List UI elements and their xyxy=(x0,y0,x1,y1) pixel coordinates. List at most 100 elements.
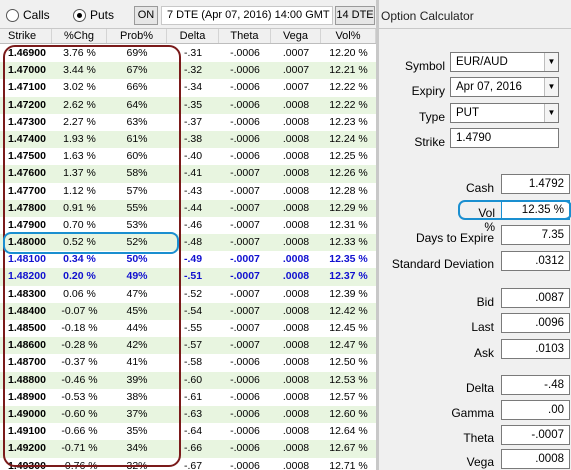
type-value: PUT xyxy=(456,107,479,119)
table-row[interactable]: 1.48800 -0.46 % 39% -.60 -.0006 .0008 12.53 % xyxy=(0,371,376,389)
cell-prob: 50% xyxy=(126,253,148,266)
cell-chg: -0.53 % xyxy=(61,390,98,403)
vol-input[interactable]: 12.35 % xyxy=(501,200,570,220)
cell-vol: 12.25 % xyxy=(329,150,368,163)
chain-body: 1.46900 3.76 % 69% -.31 -.0006.0007 12.20 % 1.… xyxy=(0,45,376,470)
cell-vol: 12.33 % xyxy=(329,236,368,249)
on-button[interactable]: ON xyxy=(134,6,158,25)
bid-input[interactable]: .0087 xyxy=(501,288,570,308)
cell-vega: .0008 xyxy=(282,373,310,386)
table-row[interactable]: 1.47200 2.62 % 64% -.35 -.0006 .0008 12.22 % xyxy=(0,96,376,114)
cell-delta: -.32 xyxy=(183,64,203,77)
cell-prob: 35% xyxy=(126,425,148,438)
cell-theta: -.0007 xyxy=(230,201,260,214)
cell-strike: 1.48000 xyxy=(8,236,46,249)
table-row[interactable]: 1.49000 -0.60 % 37% -.63 -.0006 .0008 12.60 % xyxy=(0,405,376,424)
cell-vega: .0008 xyxy=(282,150,310,163)
cell-strike: 1.48100 xyxy=(8,253,46,266)
cell-delta: -.43 xyxy=(183,184,203,197)
table-row[interactable]: 1.47600 1.37 % 58% -.41 -.0007 .0008 12.26 % xyxy=(0,165,376,183)
table-row[interactable]: 1.48900 -0.53 % 38% -.61 -.0006 .0008 12.57 % xyxy=(0,389,376,406)
table-row[interactable]: 1.49100 -0.66 % 35% -.64 -.0006 .0008 12.64 % xyxy=(0,423,376,440)
theta-label: Theta xyxy=(463,431,494,445)
cell-vol: 12.57 % xyxy=(329,390,368,403)
next-expiry-button[interactable]: 14 DTE xyxy=(335,6,375,25)
cell-vega: .0008 xyxy=(282,339,310,352)
cell-theta: -.0006 xyxy=(230,132,260,145)
table-row[interactable]: 1.48300 0.06 % 47% -.52 -.0007 .0008 12.39 % xyxy=(0,286,376,303)
cell-chg: -0.46 % xyxy=(61,373,98,386)
symbol-select[interactable]: EUR/AUD ▼ xyxy=(450,52,559,72)
cell-strike: 1.48500 xyxy=(8,322,46,334)
table-row[interactable]: 1.48600 -0.28 % 42% -.57 -.0007 .0008 12.47 % xyxy=(0,337,376,355)
cell-delta: -.41 xyxy=(183,167,203,180)
cell-delta: -.35 xyxy=(183,98,203,111)
cell-theta: -.0007 xyxy=(230,270,260,283)
cash-input[interactable]: 1.4792 xyxy=(501,174,570,194)
table-row[interactable]: 1.47000 3.44 % 67% -.32 -.0006 .0007 12.21 % xyxy=(0,62,376,80)
ask-input[interactable]: .0103 xyxy=(501,339,570,359)
cell-theta: -.0007 xyxy=(230,167,260,180)
table-row[interactable]: 1.47100 3.02 % 66% -.34 -.0006 .0007 12.22 % xyxy=(0,79,376,96)
cell-vega: .0008 xyxy=(282,98,310,111)
cell-chg: 3.76 % xyxy=(63,47,96,59)
cell-prob: 63% xyxy=(126,115,148,128)
column-header-theta[interactable]: Theta xyxy=(219,29,271,43)
vega-input[interactable]: .0008 xyxy=(501,449,570,469)
table-row[interactable]: 1.47500 1.63 % 60% -.40 -.0006 .0008 12.25 % xyxy=(0,148,376,165)
cell-vega: .0007 xyxy=(282,64,310,77)
expiry-select[interactable]: Apr 07, 2016 ▼ xyxy=(450,77,559,97)
table-row[interactable]: 1.47300 2.27 % 63% -.37 -.0006 .0008 12.23 % xyxy=(0,114,376,131)
table-row[interactable]: 1.48000 0.52 % 52% -.48 -.0007 .0008 12.33 % xyxy=(0,234,376,252)
table-row[interactable]: 1.48400 -0.07 % 45% -.54 -.0007 .0008 12.42 % xyxy=(0,302,376,320)
delta-input[interactable]: -.48 xyxy=(501,375,570,395)
table-row[interactable]: 1.47900 0.70 % 53% -.46 -.0007 .0008 12.31 % xyxy=(0,217,376,234)
column-header-chg[interactable]: %Chg xyxy=(52,29,107,43)
chevron-down-icon: ▼ xyxy=(544,104,558,122)
table-row[interactable]: 1.47400 1.93 % 61% -.38 -.0006 .0008 12.24 % xyxy=(0,130,376,149)
cell-vol: 12.50 % xyxy=(329,356,368,369)
cell-delta: -.37 xyxy=(183,115,203,128)
table-row[interactable]: 1.48100 0.34 % 50% -.49 -.0007 .0008 12.35 % xyxy=(0,251,376,268)
table-row[interactable]: 1.47700 1.12 % 57% -.43 -.0007 .0008 12.28 % xyxy=(0,183,376,200)
radio-selected-icon xyxy=(73,8,86,22)
cell-chg: 0.91 % xyxy=(63,201,96,214)
last-input[interactable]: .0096 xyxy=(501,313,570,333)
cell-strike: 1.48700 xyxy=(8,356,46,369)
cell-strike: 1.48400 xyxy=(8,304,46,317)
strike-input[interactable]: 1.4790 xyxy=(450,128,559,148)
puts-radio[interactable]: Puts xyxy=(73,8,114,22)
column-header-delta[interactable]: Delta xyxy=(167,29,219,43)
table-row[interactable]: 1.49200 -0.71 % 34% -.66 -.0006 .0008 12.67 % xyxy=(0,440,376,458)
column-header-vega[interactable]: Vega xyxy=(271,29,321,43)
cell-chg: -0.37 % xyxy=(61,356,98,369)
column-header-vol[interactable]: Vol% xyxy=(321,29,376,43)
cell-vol: 12.22 % xyxy=(329,98,368,111)
calls-radio[interactable]: Calls xyxy=(6,8,50,22)
cell-delta: -.34 xyxy=(183,81,203,94)
table-row[interactable]: 1.46900 3.76 % 69% -.31 -.0006 .0007 12.20 % xyxy=(0,45,376,62)
gamma-input[interactable]: .00 xyxy=(501,400,570,420)
column-header-prob[interactable]: Prob% xyxy=(107,29,167,43)
cell-prob: 61% xyxy=(126,132,148,145)
cell-prob: 52% xyxy=(126,236,148,249)
chain-header: Strike %Chg Prob% Delta Theta Vega Vol% xyxy=(0,29,376,44)
theta-input[interactable]: -.0007 xyxy=(501,425,570,445)
cell-prob: 34% xyxy=(126,442,148,455)
cell-delta: -.51 xyxy=(183,270,203,283)
table-row[interactable]: 1.49300 -0.76 % 32% -.67 -.0006 .0008 12.71 % xyxy=(0,458,376,470)
cell-theta: -.0006 xyxy=(230,47,260,59)
stddev-input[interactable]: .0312 xyxy=(501,251,570,271)
table-row[interactable]: 1.48700 -0.37 % 41% -.58 -.0006 .0008 12.50 % xyxy=(0,354,376,371)
cell-theta: -.0006 xyxy=(230,390,260,403)
table-row[interactable]: 1.48500 -0.18 % 44% -.55 -.0007 .0008 12.45 % xyxy=(0,320,376,337)
cell-vol: 12.60 % xyxy=(329,407,368,420)
ask-label: Ask xyxy=(473,346,494,360)
days-input[interactable]: 7.35 xyxy=(501,225,570,245)
table-row[interactable]: 1.48200 0.20 % 49% -.51 -.0007 .0008 12.37 % xyxy=(0,268,376,286)
cell-chg: 1.93 % xyxy=(63,132,96,145)
table-row[interactable]: 1.47800 0.91 % 55% -.44 -.0007 .0008 12.29 % xyxy=(0,199,376,217)
column-header-strike[interactable]: Strike xyxy=(0,29,52,43)
type-select[interactable]: PUT ▼ xyxy=(450,103,559,123)
cell-vol: 12.45 % xyxy=(329,322,368,334)
